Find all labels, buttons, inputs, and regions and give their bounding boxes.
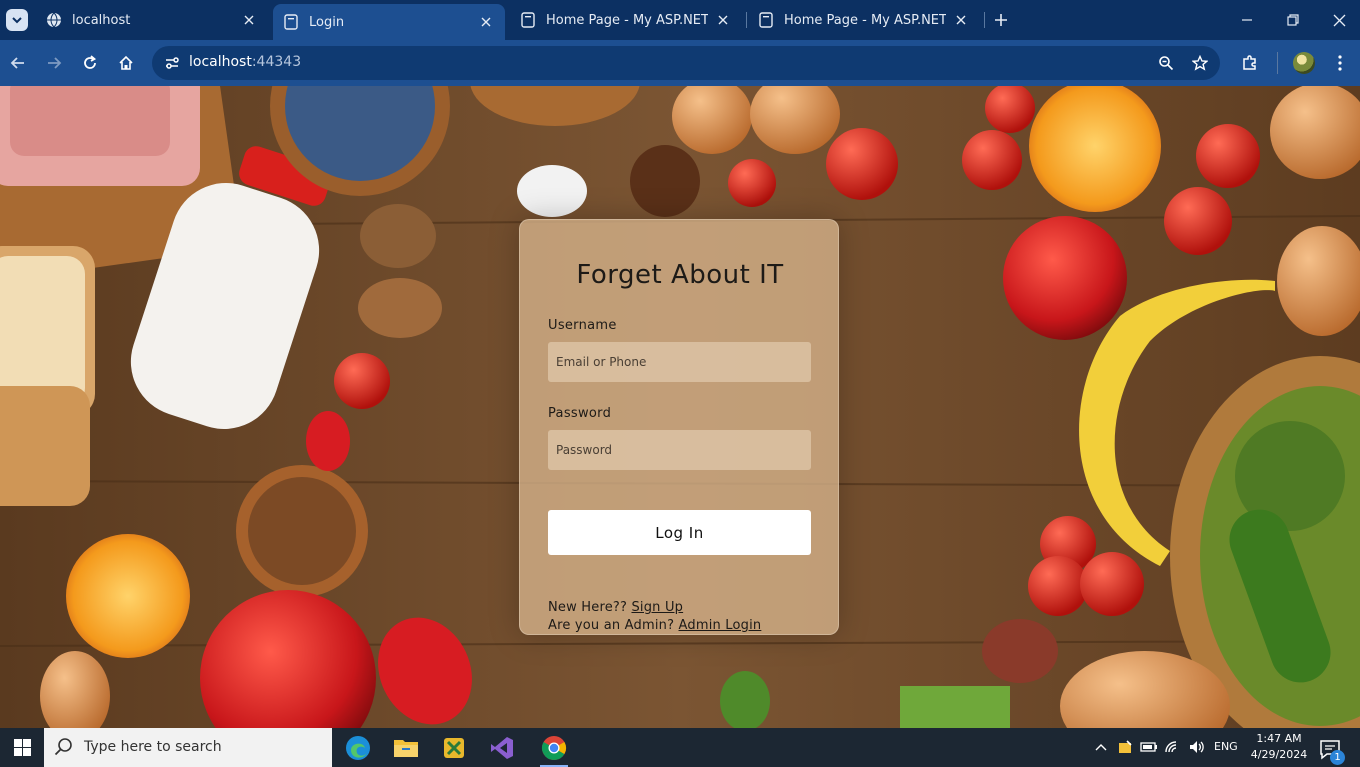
profile-avatar[interactable] (1293, 52, 1315, 74)
site-info-icon[interactable] (162, 53, 182, 73)
url-text[interactable]: localhost:44343 (189, 54, 301, 70)
reload-button[interactable] (78, 51, 102, 75)
minimize-button[interactable] (1224, 0, 1270, 40)
tab-title: Home Page - My ASP.NET Appl (546, 12, 708, 28)
visual-studio-icon (491, 736, 513, 759)
windows-taskbar: Type here to search ENG 1:47 AM 4/29/202… (0, 728, 1360, 767)
windows-logo-icon (13, 739, 31, 756)
restore-icon (1287, 14, 1299, 26)
login-button[interactable]: Log In (548, 510, 811, 555)
tools-icon (444, 737, 464, 758)
tab-login[interactable]: Login (273, 4, 505, 40)
battery-icon[interactable] (1140, 738, 1158, 756)
tab-home-page-2[interactable]: Home Page - My ASP.NET Appl (748, 4, 980, 36)
taskbar-clock[interactable]: 1:47 AM 4/29/2024 (1246, 731, 1312, 763)
visual-studio-app[interactable] (478, 728, 526, 767)
tab-search-button[interactable] (6, 9, 28, 31)
back-button[interactable] (6, 51, 30, 75)
tab-separator (984, 12, 985, 28)
username-input[interactable] (548, 342, 811, 382)
taskbar-search-box[interactable]: Type here to search (44, 728, 332, 767)
tab-separator (746, 12, 747, 28)
window-close-button[interactable] (1316, 0, 1360, 40)
page-viewport: Forget About IT Username Password Log In… (0, 86, 1360, 728)
home-button[interactable] (114, 51, 138, 75)
page-icon (284, 14, 298, 30)
search-icon (54, 738, 72, 756)
edge-icon (346, 735, 370, 760)
login-title: Forget About IT (576, 260, 784, 290)
url-port: :44343 (251, 54, 302, 70)
wifi-icon[interactable] (1164, 738, 1182, 756)
browser-tab-strip: localhost Login Home Page - My ASP.NET A… (0, 0, 1360, 40)
chrome-app[interactable] (530, 728, 578, 767)
username-label: Username (548, 318, 617, 333)
extensions-button[interactable] (1238, 51, 1262, 75)
zoom-icon[interactable] (1156, 53, 1176, 73)
start-button[interactable] (0, 728, 44, 767)
tab-home-page-1[interactable]: Home Page - My ASP.NET Appl (510, 4, 742, 36)
close-icon[interactable] (714, 11, 732, 29)
file-explorer-app[interactable] (382, 728, 430, 767)
close-icon[interactable] (477, 13, 495, 31)
login-card: Forget About IT Username Password Log In… (519, 219, 839, 635)
admin-login-link[interactable]: Admin Login (679, 618, 762, 633)
signup-prompt: New Here?? Sign Up (548, 600, 683, 615)
chevron-up-icon[interactable] (1092, 738, 1110, 756)
search-placeholder: Type here to search (84, 739, 222, 755)
signup-link[interactable]: Sign Up (631, 600, 683, 615)
tab-title: Login (309, 14, 345, 30)
volume-icon[interactable] (1188, 738, 1206, 756)
password-input[interactable] (548, 430, 811, 470)
language-indicator[interactable]: ENG (1214, 740, 1238, 753)
more-vertical-icon (1338, 55, 1342, 71)
forward-button[interactable] (42, 51, 66, 75)
browser-toolbar: localhost:44343 (0, 40, 1360, 86)
dev-tool-app[interactable] (430, 728, 478, 767)
tab-localhost[interactable]: localhost (36, 4, 268, 36)
close-icon (1333, 14, 1345, 26)
reload-icon (84, 55, 97, 69)
close-icon[interactable] (240, 11, 258, 29)
admin-text: Are you an Admin? (548, 618, 675, 633)
toolbar-separator (1277, 52, 1278, 74)
globe-icon (47, 12, 61, 28)
clock-date: 4/29/2024 (1250, 748, 1308, 761)
arrow-left-icon (10, 57, 24, 69)
page-icon (759, 12, 773, 28)
admin-prompt: Are you an Admin? Admin Login (548, 618, 761, 633)
edge-app[interactable] (334, 728, 382, 767)
close-icon[interactable] (952, 11, 970, 29)
restore-button[interactable] (1270, 0, 1316, 40)
clock-time: 1:47 AM (1256, 732, 1302, 745)
bookmark-star-icon[interactable] (1190, 53, 1210, 73)
browser-menu-button[interactable] (1328, 51, 1352, 75)
new-tab-button[interactable] (990, 9, 1012, 31)
tab-title: localhost (72, 12, 131, 28)
puzzle-icon (1243, 55, 1256, 70)
chrome-icon (541, 735, 567, 760)
url-host: localhost (189, 54, 252, 70)
chevron-down-icon (12, 17, 22, 24)
home-icon (119, 55, 133, 70)
password-label: Password (548, 406, 612, 421)
notification-badge: 1 (1330, 750, 1345, 765)
tab-title: Home Page - My ASP.NET Appl (784, 12, 946, 28)
new-here-text: New Here?? (548, 600, 628, 615)
arrow-right-icon (48, 57, 62, 69)
plus-icon (995, 14, 1007, 26)
tray-app-icon[interactable] (1116, 738, 1134, 756)
folder-icon (394, 739, 418, 757)
address-bar[interactable]: localhost:44343 (152, 46, 1220, 80)
page-icon (521, 12, 535, 28)
minimize-icon (1242, 19, 1252, 21)
